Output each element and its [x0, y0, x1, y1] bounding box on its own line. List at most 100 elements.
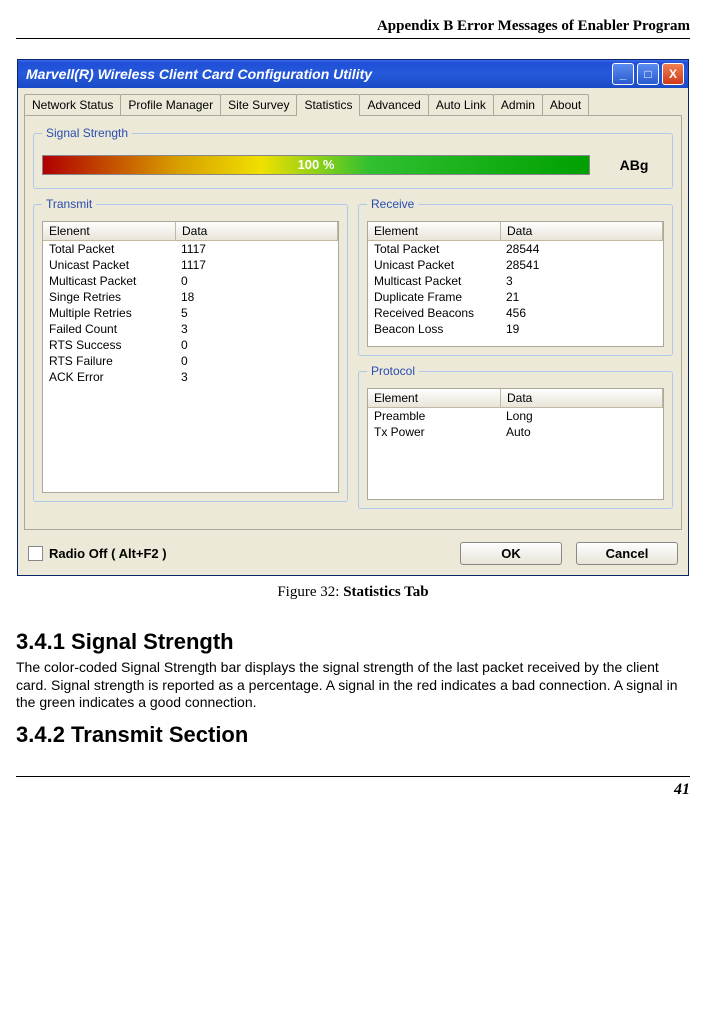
cell-data: Long [500, 408, 663, 424]
table-row[interactable]: Tx PowerAuto [368, 424, 663, 440]
section-body-signal-strength: The color-coded Signal Strength bar disp… [16, 659, 690, 712]
cell-element: RTS Success [43, 337, 175, 353]
table-row[interactable]: Total Packet1117 [43, 241, 338, 257]
cell-data: 18 [175, 289, 338, 305]
protocol-table: Element Data PreambleLongTx PowerAuto [367, 388, 664, 500]
cell-element: Multicast Packet [43, 273, 175, 289]
tab-body: Signal Strength 100 % ABg Transmit Elene… [24, 115, 682, 530]
cancel-button[interactable]: Cancel [576, 542, 678, 565]
figure-caption: Figure 32: Statistics Tab [16, 584, 690, 601]
caption-bold: Statistics Tab [343, 584, 428, 600]
caption-prefix: Figure 32: [277, 584, 343, 600]
tab-auto-link[interactable]: Auto Link [428, 94, 494, 115]
signal-strength-legend: Signal Strength [42, 126, 132, 140]
table-row[interactable]: Beacon Loss19 [368, 321, 663, 337]
cell-data: 0 [175, 337, 338, 353]
cell-data: 1117 [175, 241, 338, 257]
cell-element: Tx Power [368, 424, 500, 440]
cell-element: Unicast Packet [43, 257, 175, 273]
col-header-element[interactable]: Element [368, 389, 501, 407]
table-row[interactable]: RTS Success0 [43, 337, 338, 353]
cell-data: 3 [500, 273, 663, 289]
cell-data: 3 [175, 369, 338, 385]
radio-off-label: Radio Off ( Alt+F2 ) [49, 546, 446, 561]
cell-element: Multiple Retries [43, 305, 175, 321]
cell-element: ACK Error [43, 369, 175, 385]
col-header-data[interactable]: Data [176, 222, 338, 240]
tab-about[interactable]: About [542, 94, 589, 115]
col-header-element[interactable]: Elenent [43, 222, 176, 240]
receive-table: Element Data Total Packet28544Unicast Pa… [367, 221, 664, 347]
tab-admin[interactable]: Admin [493, 94, 543, 115]
cell-element: Singe Retries [43, 289, 175, 305]
protocol-legend: Protocol [367, 364, 419, 378]
cell-element: Total Packet [43, 241, 175, 257]
cell-element: Preamble [368, 408, 500, 424]
maximize-button[interactable]: □ [637, 63, 659, 85]
col-header-data[interactable]: Data [501, 222, 663, 240]
table-row[interactable]: Duplicate Frame21 [368, 289, 663, 305]
page-header: Appendix B Error Messages of Enabler Pro… [16, 18, 690, 39]
cell-data: 1117 [175, 257, 338, 273]
close-button[interactable]: X [662, 63, 684, 85]
cell-data: 28541 [500, 257, 663, 273]
table-header: Elenent Data [43, 222, 338, 241]
tab-advanced[interactable]: Advanced [359, 94, 428, 115]
tab-network-status[interactable]: Network Status [24, 94, 121, 115]
page-number: 41 [16, 776, 690, 799]
transmit-table: Elenent Data Total Packet1117Unicast Pac… [42, 221, 339, 493]
cell-data: 21 [500, 289, 663, 305]
window-title: Marvell(R) Wireless Client Card Configur… [26, 66, 612, 82]
cell-element: Beacon Loss [368, 321, 500, 337]
cell-element: Multicast Packet [368, 273, 500, 289]
section-heading-signal-strength: 3.4.1 Signal Strength [16, 629, 690, 655]
table-row[interactable]: Multicast Packet0 [43, 273, 338, 289]
ok-button[interactable]: OK [460, 542, 562, 565]
table-row[interactable]: Total Packet28544 [368, 241, 663, 257]
tab-row: Network Status Profile Manager Site Surv… [18, 88, 688, 115]
cell-data: 5 [175, 305, 338, 321]
window-buttons: _ □ X [612, 63, 684, 85]
tab-profile-manager[interactable]: Profile Manager [120, 94, 221, 115]
table-row[interactable]: PreambleLong [368, 408, 663, 424]
tab-site-survey[interactable]: Site Survey [220, 94, 297, 115]
minimize-button[interactable]: _ [612, 63, 634, 85]
cell-data: 3 [175, 321, 338, 337]
receive-group: Receive Element Data Total Packet28544Un… [358, 197, 673, 356]
table-row[interactable]: Multiple Retries5 [43, 305, 338, 321]
receive-legend: Receive [367, 197, 418, 211]
cell-data: 456 [500, 305, 663, 321]
table-row[interactable]: Unicast Packet1117 [43, 257, 338, 273]
cell-element: Total Packet [368, 241, 500, 257]
tab-statistics[interactable]: Statistics [296, 94, 360, 116]
section-heading-transmit: 3.4.2 Transmit Section [16, 722, 690, 748]
table-row[interactable]: RTS Failure0 [43, 353, 338, 369]
protocol-group: Protocol Element Data PreambleLongTx Pow… [358, 364, 673, 509]
cell-data: 28544 [500, 241, 663, 257]
table-row[interactable]: Received Beacons456 [368, 305, 663, 321]
table-row[interactable]: Singe Retries18 [43, 289, 338, 305]
signal-bar: 100 % [42, 155, 590, 175]
cell-element: Unicast Packet [368, 257, 500, 273]
cell-data: Auto [500, 424, 663, 440]
app-window: Marvell(R) Wireless Client Card Configur… [17, 59, 689, 576]
cell-element: Received Beacons [368, 305, 500, 321]
titlebar: Marvell(R) Wireless Client Card Configur… [18, 60, 688, 88]
wifi-mode-icon: ABg [604, 150, 664, 180]
cell-element: Duplicate Frame [368, 289, 500, 305]
table-row[interactable]: Multicast Packet3 [368, 273, 663, 289]
transmit-legend: Transmit [42, 197, 96, 211]
table-row[interactable]: Unicast Packet28541 [368, 257, 663, 273]
cell-data: 0 [175, 353, 338, 369]
cell-data: 19 [500, 321, 663, 337]
radio-off-checkbox[interactable] [28, 546, 43, 561]
col-header-data[interactable]: Data [501, 389, 663, 407]
col-header-element[interactable]: Element [368, 222, 501, 240]
table-header: Element Data [368, 389, 663, 408]
table-row[interactable]: Failed Count3 [43, 321, 338, 337]
table-header: Element Data [368, 222, 663, 241]
cell-element: Failed Count [43, 321, 175, 337]
cell-element: RTS Failure [43, 353, 175, 369]
table-row[interactable]: ACK Error3 [43, 369, 338, 385]
cell-data: 0 [175, 273, 338, 289]
